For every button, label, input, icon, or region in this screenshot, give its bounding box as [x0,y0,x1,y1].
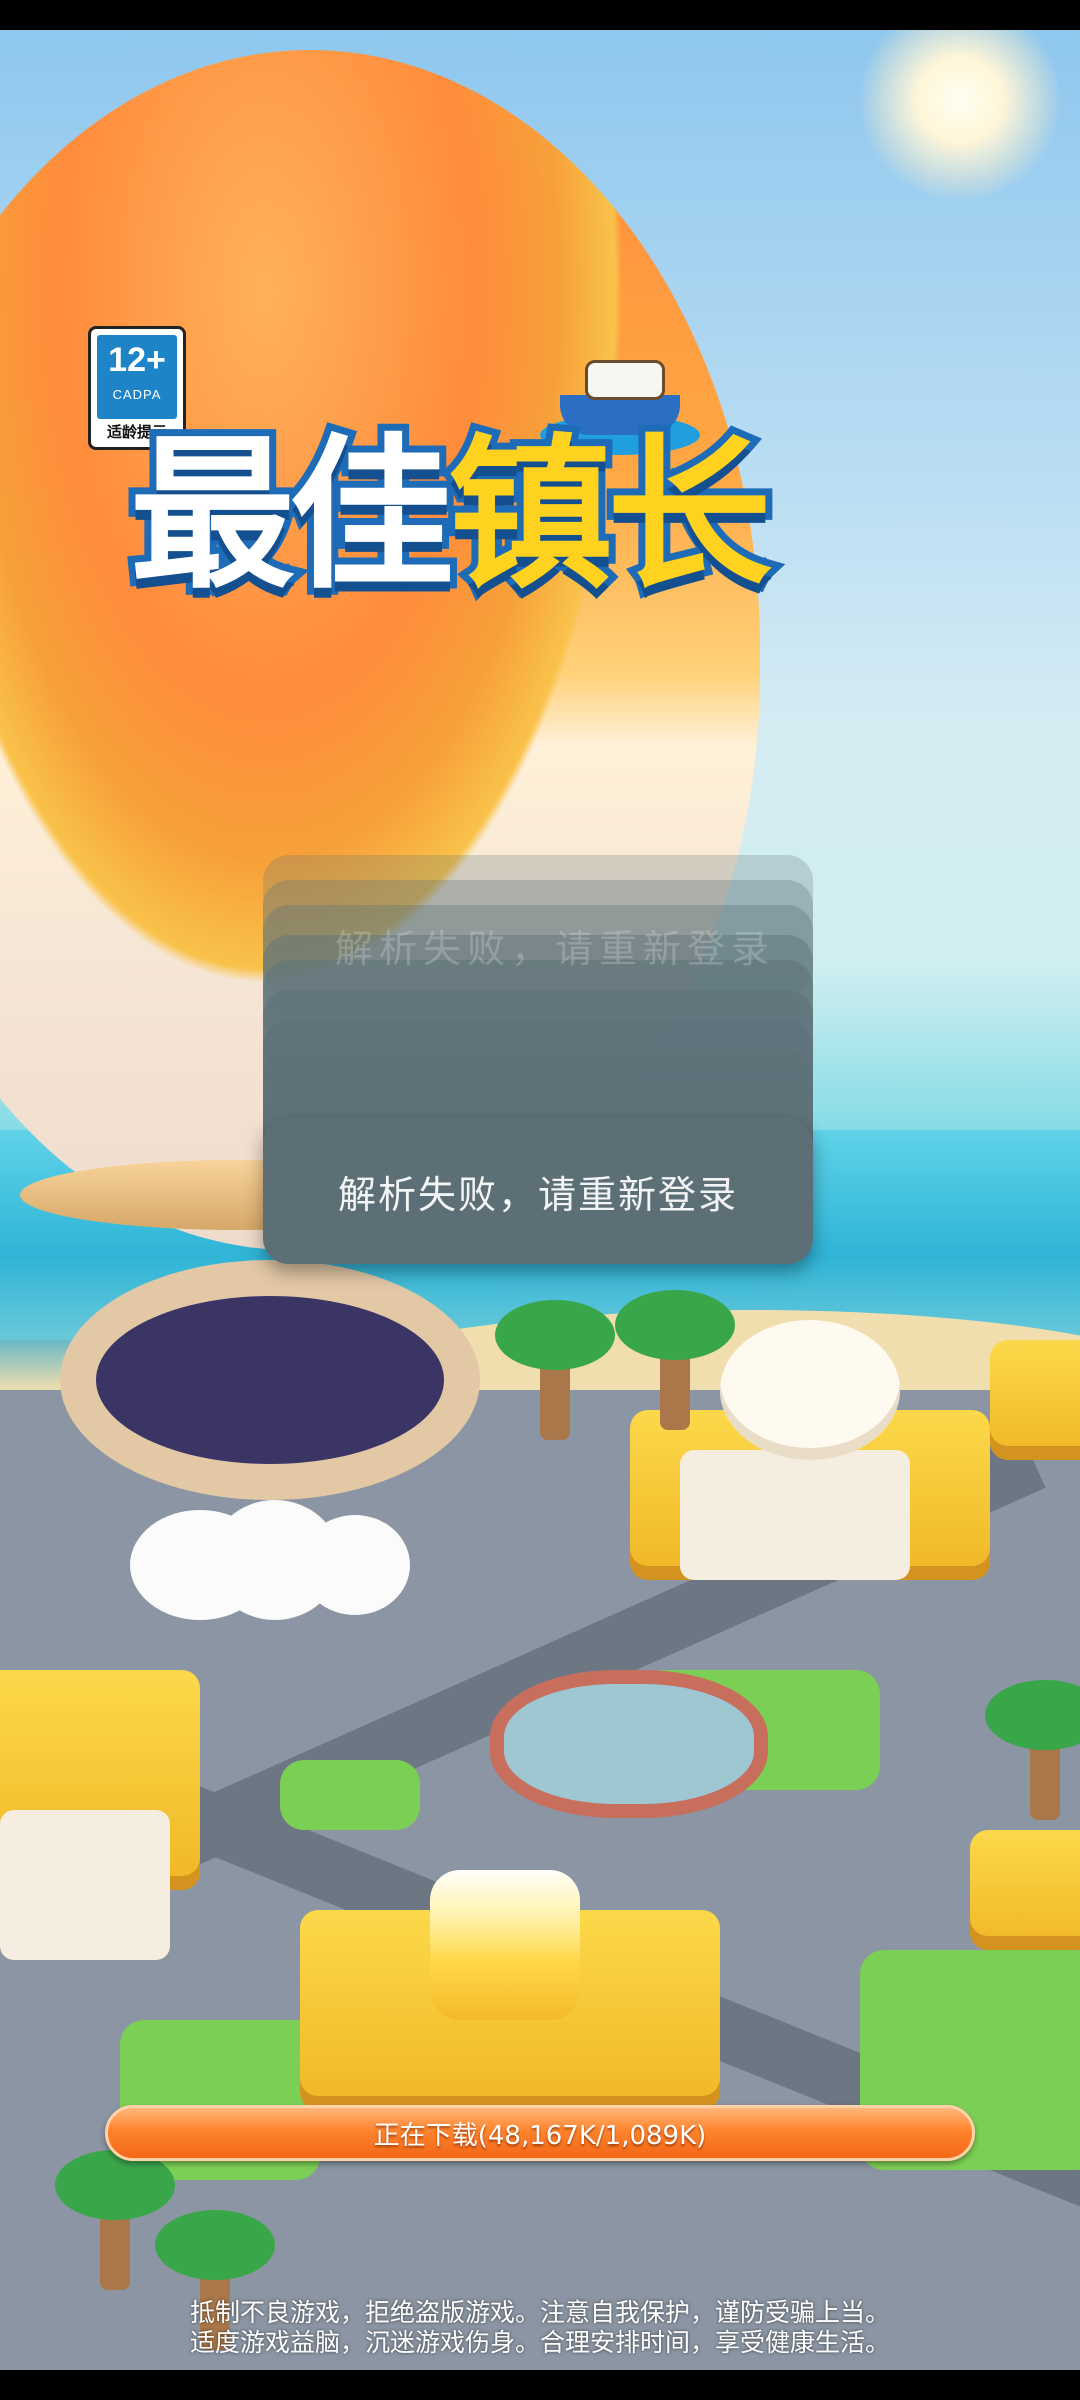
palm-tree [985,1680,1080,1820]
shop-building [970,1830,1080,1950]
palm-tree [495,1300,615,1440]
download-progress-bar: 正在下载(48,167K/1,089K) [105,2105,975,2161]
logo-part-2: 镇长 [441,412,779,618]
balloon-basket [60,1260,480,1500]
toast-ghost-text: 解析失败，请重新登录 [335,927,776,971]
game-logo-text: 最佳镇长 [123,400,779,630]
cloud [300,1515,410,1615]
ship-cabin [585,360,665,400]
game-logo: 最佳镇长 [123,400,950,650]
swimming-pool [490,1670,768,1818]
shop-building [990,1340,1080,1460]
gym-storefront [0,1810,170,1960]
error-toast-message: 解析失败，请重新登录 [337,1172,738,1217]
chef-hat-sign [720,1320,900,1460]
logo-part-1: 最佳 [123,412,461,618]
palm-tree [615,1290,735,1430]
sun-glow [860,30,1060,200]
grass-patch [280,1760,420,1830]
beer-mug-sign [430,1870,580,2020]
restaurant-floor [680,1450,910,1580]
health-notice-line-2: 适度游戏益脑，沉迷游戏伤身。合理安排时间，享受健康生活。 [189,2328,890,2357]
download-progress-label: 正在下载(48,167K/1,089K) [373,2120,707,2151]
health-notice-line-1: 抵制不良游戏，拒绝盗版游戏。注意自我保护，谨防受骗上当。 [189,2298,890,2327]
status-bar [0,0,1080,30]
navigation-bar [0,2370,1080,2400]
palm-tree [55,2150,175,2290]
error-toast: 解析失败，请重新登录 [263,1118,813,1264]
health-notice: 抵制不良游戏，拒绝盗版游戏。注意自我保护，谨防受骗上当。 适度游戏益脑，沉迷游戏… [0,2298,1080,2358]
age-rating-number: 12+ [108,341,166,379]
